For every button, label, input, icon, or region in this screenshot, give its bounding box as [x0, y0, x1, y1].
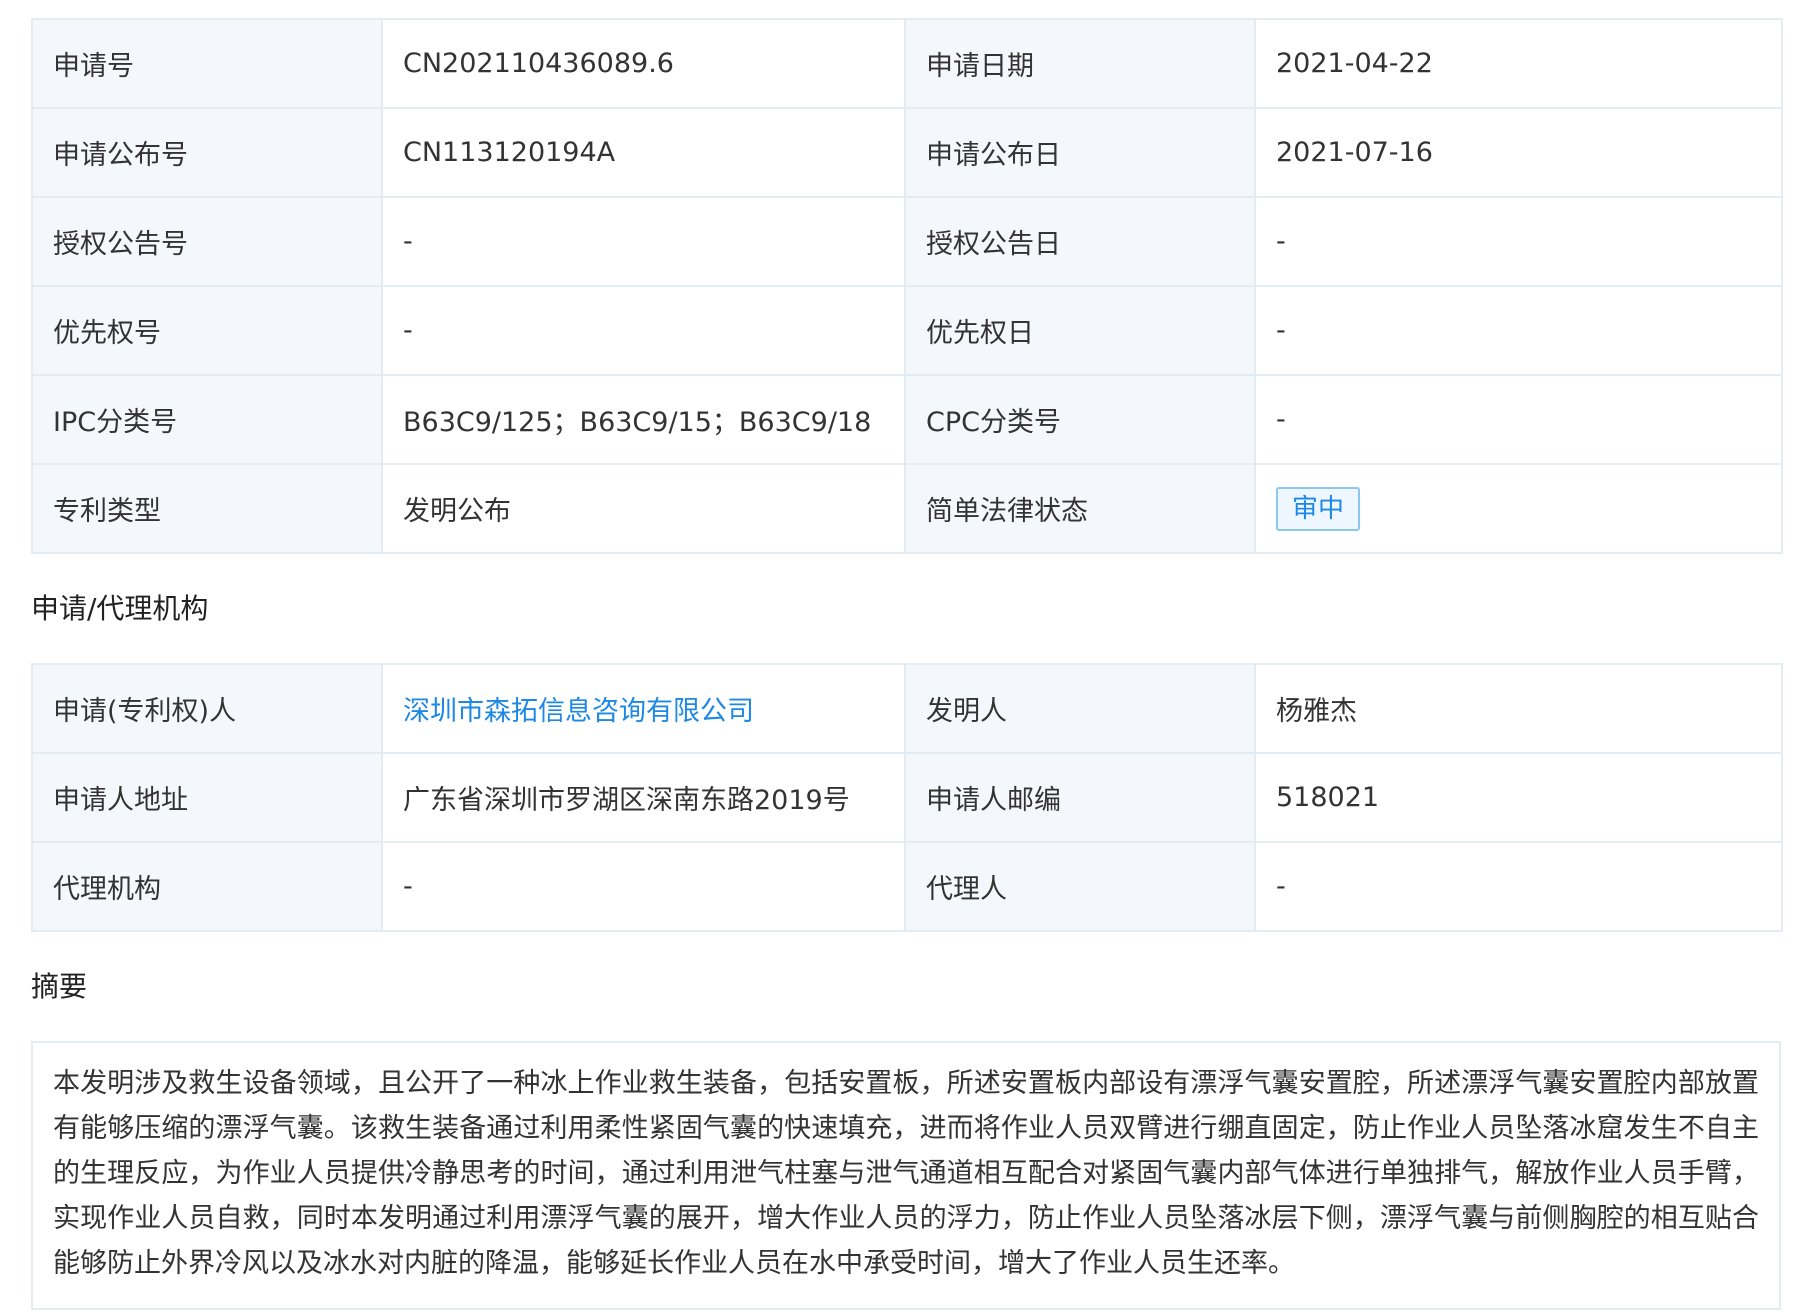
table-row: 申请人地址 广东省深圳市罗湖区深南东路2019号 申请人邮编 518021: [31, 752, 1783, 843]
patent-detail: 申请号 CN202110436089.6 申请日期 2021-04-22 申请公…: [31, 18, 1783, 1310]
patent-type-label: 专利类型: [31, 463, 383, 554]
priority-date-label: 优先权日: [904, 285, 1256, 376]
table-row: 专利类型 发明公布 简单法律状态 审中: [31, 463, 1783, 554]
table-row: IPC分类号 B63C9/125；B63C9/15；B63C9/18 CPC分类…: [31, 374, 1783, 465]
application-number-value: CN202110436089.6: [381, 18, 906, 109]
application-number-label: 申请号: [31, 18, 383, 109]
agent-value: -: [1254, 841, 1783, 932]
applicant-label: 申请(专利权)人: [31, 663, 383, 754]
legal-status-badge: 审中: [1276, 486, 1361, 531]
priority-number-value: -: [381, 285, 906, 376]
applicant-section-title: 申请/代理机构: [31, 592, 209, 625]
publication-date-label: 申请公布日: [904, 107, 1256, 198]
applicant-address-value: 广东省深圳市罗湖区深南东路2019号: [381, 752, 906, 843]
applicant-postcode-label: 申请人邮编: [904, 752, 1256, 843]
table-row: 申请号 CN202110436089.6 申请日期 2021-04-22: [31, 18, 1783, 109]
applicant-postcode-value: 518021: [1254, 752, 1783, 843]
applicant-address-label: 申请人地址: [31, 752, 383, 843]
grant-number-value: -: [381, 196, 906, 287]
abstract-text: 本发明涉及救生设备领域，且公开了一种冰上作业救生装备，包括安置板，所述安置板内部…: [31, 1041, 1781, 1310]
cpc-class-value: -: [1254, 374, 1783, 465]
patent-type-value: 发明公布: [381, 463, 906, 554]
basic-info-table: 申请号 CN202110436089.6 申请日期 2021-04-22 申请公…: [31, 18, 1783, 554]
priority-number-label: 优先权号: [31, 285, 383, 376]
applicant-cell: 深圳市森拓信息咨询有限公司: [381, 663, 906, 754]
agency-value: -: [381, 841, 906, 932]
publication-date-value: 2021-07-16: [1254, 107, 1783, 198]
agency-label: 代理机构: [31, 841, 383, 932]
ipc-class-label: IPC分类号: [31, 374, 383, 465]
application-date-value: 2021-04-22: [1254, 18, 1783, 109]
application-date-label: 申请日期: [904, 18, 1256, 109]
priority-date-value: -: [1254, 285, 1783, 376]
grant-number-label: 授权公告号: [31, 196, 383, 287]
table-row: 授权公告号 - 授权公告日 -: [31, 196, 1783, 287]
ipc-class-value: B63C9/125；B63C9/15；B63C9/18: [381, 374, 906, 465]
legal-status-label: 简单法律状态: [904, 463, 1256, 554]
publication-number-label: 申请公布号: [31, 107, 383, 198]
inventor-value: 杨雅杰: [1254, 663, 1783, 754]
abstract-section-title: 摘要: [31, 970, 88, 1003]
grant-date-value: -: [1254, 196, 1783, 287]
grant-date-label: 授权公告日: [904, 196, 1256, 287]
table-row: 申请公布号 CN113120194A 申请公布日 2021-07-16: [31, 107, 1783, 198]
agent-label: 代理人: [904, 841, 1256, 932]
table-row: 优先权号 - 优先权日 -: [31, 285, 1783, 376]
inventor-label: 发明人: [904, 663, 1256, 754]
cpc-class-label: CPC分类号: [904, 374, 1256, 465]
legal-status-cell: 审中: [1254, 463, 1783, 554]
applicant-table: 申请(专利权)人 深圳市森拓信息咨询有限公司 发明人 杨雅杰 申请人地址 广东省…: [31, 663, 1783, 932]
applicant-link[interactable]: 深圳市森拓信息咨询有限公司: [403, 696, 754, 727]
table-row: 申请(专利权)人 深圳市森拓信息咨询有限公司 发明人 杨雅杰: [31, 663, 1783, 754]
table-row: 代理机构 - 代理人 -: [31, 841, 1783, 932]
publication-number-value: CN113120194A: [381, 107, 906, 198]
